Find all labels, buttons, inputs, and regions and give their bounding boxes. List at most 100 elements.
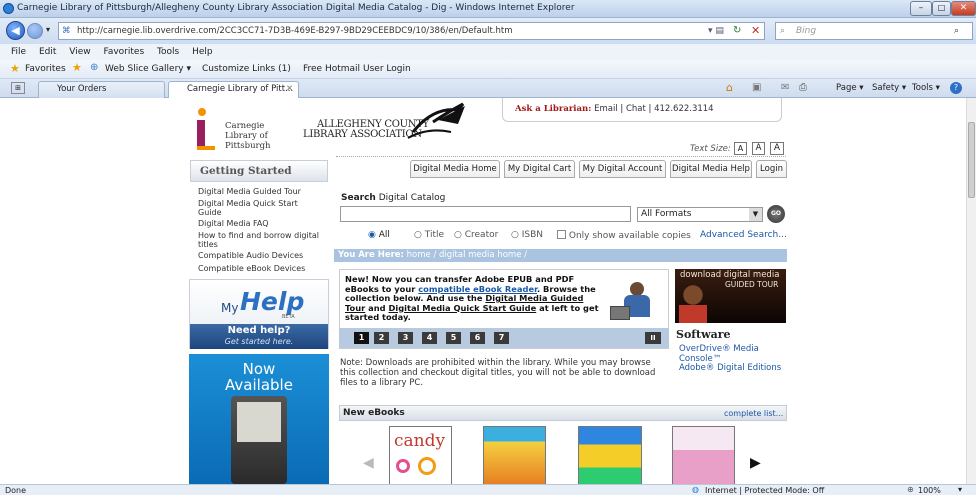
nav-digital-media-help[interactable]: Digital Media Help <box>670 160 752 178</box>
promo-page-1[interactable]: 1 <box>354 332 369 344</box>
history-dropdown-icon[interactable]: ▾ <box>46 25 50 34</box>
software-title: Software <box>676 328 731 341</box>
zoom-dropdown-icon[interactable]: ▾ <box>958 485 962 495</box>
favorites-button[interactable]: Favorites <box>25 64 66 74</box>
back-button[interactable]: ◀ <box>6 21 25 40</box>
promo-page-7[interactable]: 7 <box>494 332 509 344</box>
fav-link-customize[interactable]: Customize Links (1) <box>202 64 291 74</box>
menu-edit[interactable]: Edit <box>39 47 56 57</box>
stop-icon[interactable]: ✕ <box>751 24 760 37</box>
carousel-prev-arrow[interactable]: ◀ <box>363 455 374 471</box>
menu-file[interactable]: File <box>11 47 26 57</box>
catalog-search-input[interactable] <box>340 206 631 222</box>
help-icon[interactable]: ? <box>950 82 962 94</box>
address-bar-area: ◀ ▾ ⌘ http://carnegie.lib.overdrive.com/… <box>0 18 976 44</box>
link-guided-tour[interactable]: Digital Media Guided Tour <box>198 187 326 196</box>
promo-person-image <box>610 280 662 320</box>
clp-logo-dot <box>198 108 206 116</box>
status-bar: Done ◍ Internet | Protected Mode: Off ⊕ … <box>0 484 976 495</box>
mail-icon[interactable]: ✉ <box>781 82 789 93</box>
ask-email-link[interactable]: Email <box>594 104 618 114</box>
menu-help[interactable]: Help <box>192 47 213 57</box>
menu-tools[interactable]: Tools <box>157 47 179 57</box>
guided-tour-ad[interactable]: download digital media GUIDED TOUR <box>675 269 786 323</box>
menu-view[interactable]: View <box>69 47 90 57</box>
book-cover-4[interactable] <box>672 426 735 484</box>
close-button[interactable]: ✕ <box>951 1 976 16</box>
ask-librarian-box: Ask a Librarian: Email | Chat | 412.622.… <box>502 98 782 122</box>
search-icon[interactable]: ⌕ <box>954 23 959 39</box>
radio-creator[interactable]: ○ Creator <box>454 230 498 240</box>
link-ebook-devices[interactable]: Compatible eBook Devices <box>198 264 326 273</box>
page-menu[interactable]: Page ▾ <box>836 83 864 93</box>
tools-menu[interactable]: Tools ▾ <box>912 83 940 93</box>
advanced-search-link[interactable]: Advanced Search... <box>700 230 787 240</box>
promo-page-4[interactable]: 4 <box>422 332 437 344</box>
url-input[interactable]: ⌘ http://carnegie.lib.overdrive.com/2CC3… <box>58 22 765 40</box>
promo-pause-button[interactable]: II <box>645 332 661 344</box>
nav-my-digital-cart[interactable]: My Digital Cart <box>504 160 575 178</box>
acla-logo[interactable]: ALLEGHENY COUNTY LIBRARY ASSOCIATION <box>303 102 483 154</box>
tab-carnegie-library[interactable]: Carnegie Library of Pitt... ✕ <box>168 81 299 98</box>
clp-logo[interactable]: Carnegie Library of Pittsburgh <box>193 108 283 152</box>
nav-my-digital-account[interactable]: My Digital Account <box>579 160 666 178</box>
radio-all[interactable]: ◉ All <box>368 230 390 240</box>
promo-page-6[interactable]: 6 <box>470 332 485 344</box>
refresh-icon[interactable]: ↻ <box>733 25 741 36</box>
home-icon[interactable]: ⌂ <box>726 81 733 94</box>
close-tab-icon[interactable]: ✕ <box>286 82 293 97</box>
page-content: Carnegie Library of Pittsburgh ALLEGHENY… <box>0 98 974 484</box>
nav-login[interactable]: Login <box>756 160 787 178</box>
my-help-promo[interactable]: My Help BETA Need help? Get started here… <box>189 279 329 349</box>
only-available-checkbox[interactable]: Only show available copies <box>557 230 691 241</box>
complete-list-link[interactable]: complete list... <box>724 409 783 418</box>
link-faq[interactable]: Digital Media FAQ <box>198 219 326 228</box>
fav-link-web-slice[interactable]: Web Slice Gallery ▾ <box>105 64 191 74</box>
promo-page-3[interactable]: 3 <box>398 332 413 344</box>
text-size-label: Text Size: <box>690 144 731 154</box>
quick-tabs-icon[interactable]: ⊞ <box>11 82 25 94</box>
carousel-next-arrow[interactable]: ▶ <box>750 455 761 471</box>
nav-digital-media-home[interactable]: Digital Media Home <box>410 160 500 178</box>
format-select[interactable]: All Formats ▼ <box>637 207 763 222</box>
radio-isbn[interactable]: ○ ISBN <box>511 230 543 240</box>
adobe-digital-editions-link[interactable]: Adobe® Digital Editions <box>679 363 789 373</box>
compat-view-icon[interactable]: ▾ ▤ <box>708 26 724 36</box>
breadcrumb-path[interactable]: home / digital media home / <box>407 250 527 260</box>
minimize-button[interactable]: – <box>910 1 932 16</box>
promo-page-2[interactable]: 2 <box>374 332 389 344</box>
page-scrollbar[interactable] <box>966 98 976 484</box>
maximize-button[interactable]: □ <box>932 1 951 16</box>
book-cover-1[interactable]: candy <box>389 426 452 484</box>
radio-title[interactable]: ○ Title <box>414 230 444 240</box>
forward-button[interactable] <box>27 23 43 39</box>
print-icon[interactable]: ⎙ <box>799 82 807 93</box>
ask-chat-link[interactable]: Chat <box>626 104 646 114</box>
header-divider <box>336 156 786 157</box>
my-help-my: My <box>221 301 239 315</box>
text-size-small-button[interactable]: A <box>734 142 747 155</box>
safety-menu[interactable]: Safety ▾ <box>872 83 906 93</box>
link-audio-devices[interactable]: Compatible Audio Devices <box>198 251 326 260</box>
feeds-icon[interactable]: ▣ <box>752 82 761 93</box>
tab-your-orders[interactable]: Your Orders <box>38 81 165 98</box>
overdrive-console-link[interactable]: OverDrive® Media Console™ <box>679 344 779 364</box>
go-button[interactable]: GO <box>767 205 785 223</box>
book-cover-2[interactable] <box>483 426 546 484</box>
compatible-reader-link[interactable]: compatible eBook Reader <box>418 284 537 294</box>
ie-logo-icon <box>3 3 14 14</box>
text-size-large-button[interactable]: A <box>770 142 784 155</box>
link-quick-start-guide[interactable]: Digital Media Quick Start Guide <box>198 199 308 217</box>
fav-link-hotmail[interactable]: Free Hotmail <box>303 64 360 74</box>
now-available-promo[interactable]: Now Available <box>189 354 329 484</box>
fav-link-user-login[interactable]: User Login <box>363 64 411 74</box>
menu-favorites[interactable]: Favorites <box>103 47 144 57</box>
suggested-sites-icon[interactable]: ⊕ <box>90 62 98 73</box>
link-how-to-borrow[interactable]: How to find and borrow digital titles <box>198 231 326 249</box>
text-size-medium-button[interactable]: A <box>752 142 765 155</box>
search-input[interactable]: ⌕ Bing ⌕ <box>775 22 973 40</box>
add-favorite-icon[interactable]: ★ <box>72 61 82 74</box>
promo-page-5[interactable]: 5 <box>446 332 461 344</box>
quick-start-link[interactable]: Digital Media Quick Start Guide <box>389 303 537 313</box>
book-cover-3[interactable] <box>578 426 642 484</box>
